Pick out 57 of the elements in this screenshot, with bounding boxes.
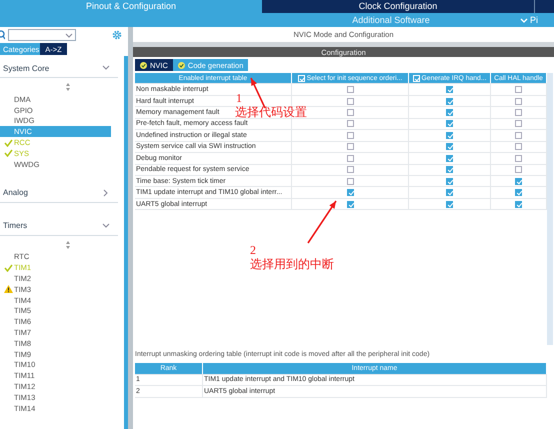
- top-tab[interactable]: Clock Configuration: [262, 0, 534, 13]
- checkbox[interactable]: [446, 178, 453, 185]
- checkbox[interactable]: [346, 120, 354, 128]
- checkbox[interactable]: [346, 189, 354, 196]
- checkbox[interactable]: [515, 143, 522, 150]
- checkbox[interactable]: [446, 98, 453, 105]
- checkbox[interactable]: [446, 189, 453, 196]
- checkbox[interactable]: [515, 132, 522, 139]
- checkbox[interactable]: [515, 86, 522, 94]
- scroll-arrows-icon[interactable]: [65, 83, 71, 91]
- checkbox[interactable]: [446, 154, 453, 162]
- checkbox[interactable]: [515, 189, 522, 196]
- chevron-right-icon[interactable]: [102, 188, 110, 197]
- dropdown-chevron-icon: [65, 32, 73, 38]
- checkbox[interactable]: [346, 86, 354, 94]
- caret-icon: [520, 16, 528, 24]
- check-icon: [4, 264, 13, 272]
- checkbox[interactable]: [346, 109, 354, 116]
- chevron-down-icon[interactable]: [102, 64, 110, 72]
- settings-icon[interactable]: [112, 30, 122, 40]
- checkbox[interactable]: [515, 166, 522, 174]
- search-icon[interactable]: [0, 30, 5, 40]
- scroll-arrows-icon[interactable]: [65, 240, 71, 249]
- checkbox[interactable]: [346, 98, 354, 105]
- check-circle-icon: [178, 62, 185, 68]
- checkbox[interactable]: [446, 109, 453, 116]
- checkbox[interactable]: [515, 98, 522, 105]
- annotation-number: 2: [250, 244, 256, 257]
- check-circle-icon: [140, 62, 147, 68]
- checkbox[interactable]: [346, 132, 354, 139]
- checkbox[interactable]: [346, 143, 354, 150]
- checkbox[interactable]: [346, 154, 354, 162]
- checkbox[interactable]: [446, 120, 453, 128]
- checkbox[interactable]: [515, 154, 522, 162]
- checkbox[interactable]: [446, 200, 453, 208]
- scrollbar[interactable]: [124, 56, 128, 429]
- category-header[interactable]: Analog: [3, 188, 28, 198]
- checkbox[interactable]: [515, 178, 522, 185]
- checkbox[interactable]: [515, 120, 522, 128]
- checkbox[interactable]: [346, 166, 354, 174]
- checkbox[interactable]: [446, 143, 453, 150]
- annotation-text: 选择用到的中断: [250, 258, 334, 271]
- checkbox[interactable]: [446, 86, 453, 94]
- annotation-number: 1: [236, 92, 242, 105]
- category-header[interactable]: Timers: [3, 221, 28, 230]
- search-field[interactable]: [8, 29, 76, 41]
- checkbox[interactable]: [346, 200, 354, 208]
- chevron-down-icon[interactable]: [102, 222, 110, 230]
- scrollbar[interactable]: [547, 73, 553, 345]
- checkbox[interactable]: [446, 166, 453, 174]
- warning-icon: [4, 285, 13, 294]
- category-header[interactable]: System Core: [3, 64, 50, 72]
- checkbox[interactable]: [515, 109, 522, 116]
- checkbox[interactable]: [515, 200, 522, 208]
- checkbox[interactable]: [346, 178, 354, 185]
- checkbox[interactable]: [446, 132, 453, 139]
- annotation-text: 选择代码设置: [235, 106, 307, 119]
